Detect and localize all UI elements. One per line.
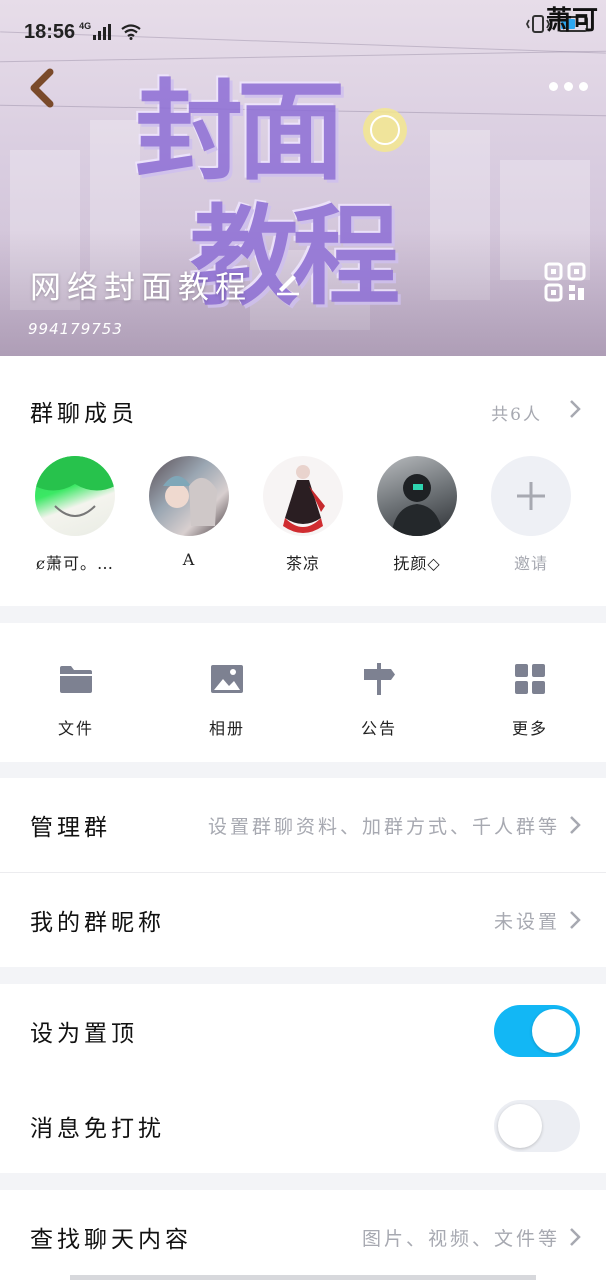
add-icon: [491, 456, 571, 536]
chevron-right-icon: [570, 816, 581, 834]
member-name: 抚颜◇: [393, 554, 441, 573]
group-nickname-title: 我的群昵称: [30, 910, 165, 936]
more-options-button[interactable]: [544, 72, 592, 100]
members-title: 群聊成员: [30, 401, 138, 427]
qr-code-icon[interactable]: [544, 262, 586, 302]
status-time: 18:56: [24, 20, 76, 43]
announcement-button[interactable]: 公告: [329, 661, 429, 739]
member-name: ȼ萧可。…: [36, 554, 114, 573]
edit-name-icon[interactable]: [274, 268, 302, 296]
search-section: 查找聊天内容 图片、视频、文件等: [0, 1190, 606, 1280]
dot-icon: [563, 81, 573, 91]
manage-group-title: 管理群: [30, 815, 111, 841]
image-icon: [211, 665, 243, 693]
files-button[interactable]: 文件: [26, 661, 126, 739]
album-button[interactable]: 相册: [177, 661, 277, 739]
invite-label: 邀请: [513, 554, 548, 573]
folder-icon: [60, 666, 92, 693]
member-name: A: [182, 550, 196, 569]
dot-icon: [548, 81, 558, 91]
tool-label: 更多: [511, 719, 548, 738]
avatar: [263, 456, 343, 536]
tools-section: 文件 相册 公告 更多: [0, 623, 606, 762]
toggle-section: 设为置顶 消息免打扰: [0, 984, 606, 1173]
manage-section: 管理群 设置群聊资料、加群方式、千人群等 我的群昵称 未设置: [0, 778, 606, 967]
avatar: [149, 456, 229, 536]
manage-group-row[interactable]: 管理群 设置群聊资料、加群方式、千人群等: [0, 778, 606, 872]
signal-icon: [93, 24, 113, 40]
avatar: [35, 456, 115, 536]
status-bar: 18:56 4G: [0, 0, 606, 64]
search-chat-title: 查找聊天内容: [30, 1227, 192, 1253]
tool-label: 文件: [57, 719, 94, 738]
back-button[interactable]: [18, 60, 70, 116]
member-item[interactable]: A: [134, 456, 244, 569]
dot-icon: [578, 81, 588, 91]
group-name: 网络封面教程: [30, 270, 252, 306]
cover-decoration: [363, 108, 407, 152]
mute-row: 消息免打扰: [0, 1079, 606, 1173]
wifi-icon: [121, 24, 141, 40]
group-cover[interactable]: 封面 教程 18:56 4G 萧可 网络封面教程 994179753: [0, 0, 606, 356]
members-count[interactable]: 共6人: [491, 400, 542, 425]
chevron-right-icon: [570, 911, 581, 929]
member-item[interactable]: ȼ萧可。…: [20, 456, 130, 574]
group-nickname-value: 未设置: [493, 910, 560, 933]
invite-member-button[interactable]: 邀请: [476, 456, 586, 574]
search-chat-hint: 图片、视频、文件等: [361, 1227, 560, 1250]
watermark-signature: 萧可: [545, 6, 598, 36]
avatar: [377, 456, 457, 536]
pin-chat-row: 设为置顶: [0, 984, 606, 1078]
chevron-right-icon: [570, 1228, 581, 1246]
pin-chat-toggle[interactable]: [494, 1005, 580, 1057]
member-name: 茶凉: [285, 554, 320, 573]
grid-icon: [515, 664, 545, 694]
search-chat-row[interactable]: 查找聊天内容 图片、视频、文件等: [0, 1190, 606, 1280]
chevron-right-icon[interactable]: [568, 398, 582, 420]
member-item[interactable]: 茶凉: [248, 456, 358, 574]
mute-title: 消息免打扰: [30, 1116, 165, 1142]
members-section: 群聊成员 共6人 ȼ萧可。… A 茶凉 抚颜◇ 邀请: [0, 356, 606, 606]
mute-toggle[interactable]: [494, 1100, 580, 1152]
bottom-strip: [70, 1275, 536, 1280]
network-type: 4G: [79, 21, 92, 31]
member-item[interactable]: 抚颜◇: [362, 456, 472, 574]
group-id: 994179753: [28, 320, 123, 338]
pin-chat-title: 设为置顶: [30, 1021, 138, 1047]
group-nickname-row[interactable]: 我的群昵称 未设置: [0, 873, 606, 967]
tool-label: 公告: [360, 719, 397, 738]
manage-group-hint: 设置群聊资料、加群方式、千人群等: [207, 815, 560, 838]
signpost-icon: [364, 663, 395, 695]
tool-label: 相册: [208, 719, 245, 738]
more-tools-button[interactable]: 更多: [480, 661, 580, 739]
